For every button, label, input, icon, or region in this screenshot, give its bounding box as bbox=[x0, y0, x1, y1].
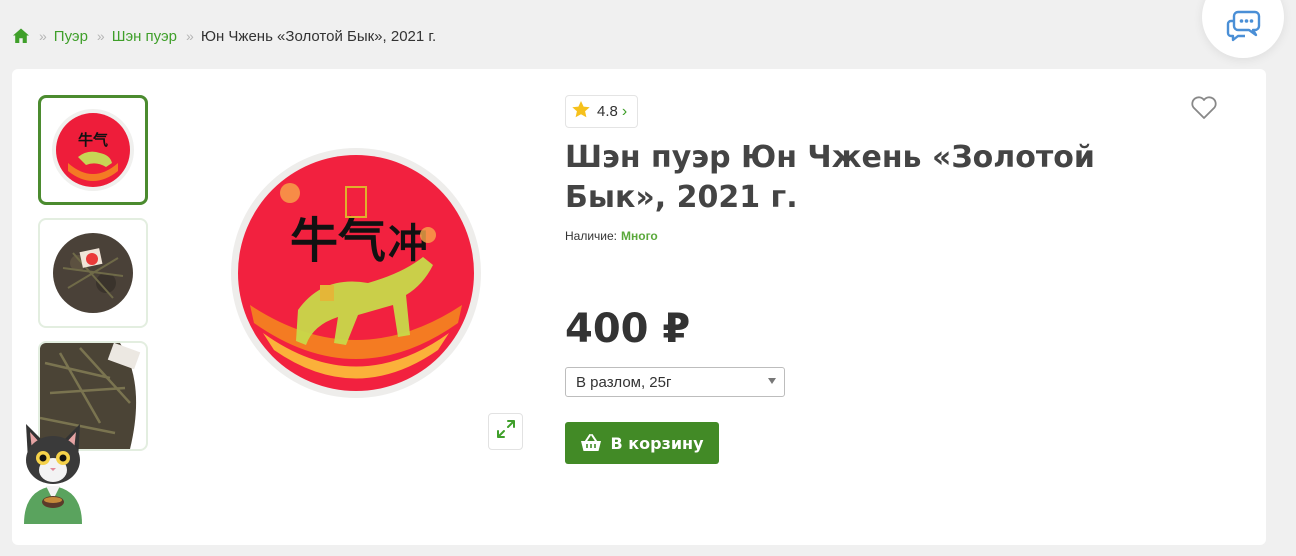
breadcrumb-separator: » bbox=[96, 28, 105, 44]
add-to-cart-button[interactable]: В корзину bbox=[565, 422, 719, 464]
breadcrumb-separator: » bbox=[186, 28, 194, 44]
rating-badge[interactable]: 4.8 › bbox=[565, 95, 638, 128]
breadcrumb-current: Юн Чжень «Золотой Бык», 2021 г. bbox=[200, 27, 437, 45]
basket-icon bbox=[580, 433, 602, 453]
breadcrumb-separator: » bbox=[39, 28, 47, 44]
breadcrumb: » Пуэр » Шэн пуэр » Юн Чжень «Золотой Бы… bbox=[12, 26, 436, 46]
caret-down-icon bbox=[768, 378, 776, 384]
thumbnail-list[interactable]: 牛气 bbox=[38, 95, 150, 468]
product-title: Шэн пуэр Юн Чжень «Золотой Бык», 2021 г. bbox=[565, 140, 1095, 215]
home-icon[interactable] bbox=[12, 27, 30, 45]
stock-value: Много bbox=[621, 229, 658, 243]
breadcrumb-link-shen-puer[interactable]: Шэн пуэр bbox=[112, 28, 177, 45]
product-main-image[interactable]: 牛气 冲 bbox=[228, 145, 484, 401]
stock-label: Наличие: bbox=[565, 229, 618, 243]
cat-mascot-image[interactable] bbox=[18, 420, 88, 524]
variant-select[interactable]: В разлом, 25г bbox=[565, 367, 785, 397]
star-icon bbox=[571, 100, 591, 123]
add-to-cart-label: В корзину bbox=[610, 433, 704, 453]
rating-value: 4.8 bbox=[597, 103, 618, 120]
chevron-right-icon: › bbox=[621, 102, 628, 120]
heart-icon bbox=[1190, 96, 1218, 125]
chat-button[interactable] bbox=[1202, 0, 1284, 58]
variant-selected-value: В разлом, 25г bbox=[576, 373, 672, 391]
expand-icon bbox=[495, 418, 517, 445]
thumbnail-2[interactable] bbox=[38, 218, 148, 328]
svg-text:牛气: 牛气 bbox=[290, 213, 386, 269]
thumbnail-1[interactable]: 牛气 bbox=[38, 95, 148, 205]
zoom-button[interactable] bbox=[488, 413, 523, 450]
breadcrumb-link-puer[interactable]: Пуэр bbox=[54, 28, 88, 45]
svg-text:牛气: 牛气 bbox=[78, 131, 108, 149]
stock-status: Наличие: Много bbox=[565, 229, 658, 243]
chat-bubble-icon bbox=[1225, 9, 1261, 48]
product-price: 400 ₽ bbox=[565, 306, 691, 352]
favorite-button[interactable] bbox=[1190, 95, 1220, 123]
